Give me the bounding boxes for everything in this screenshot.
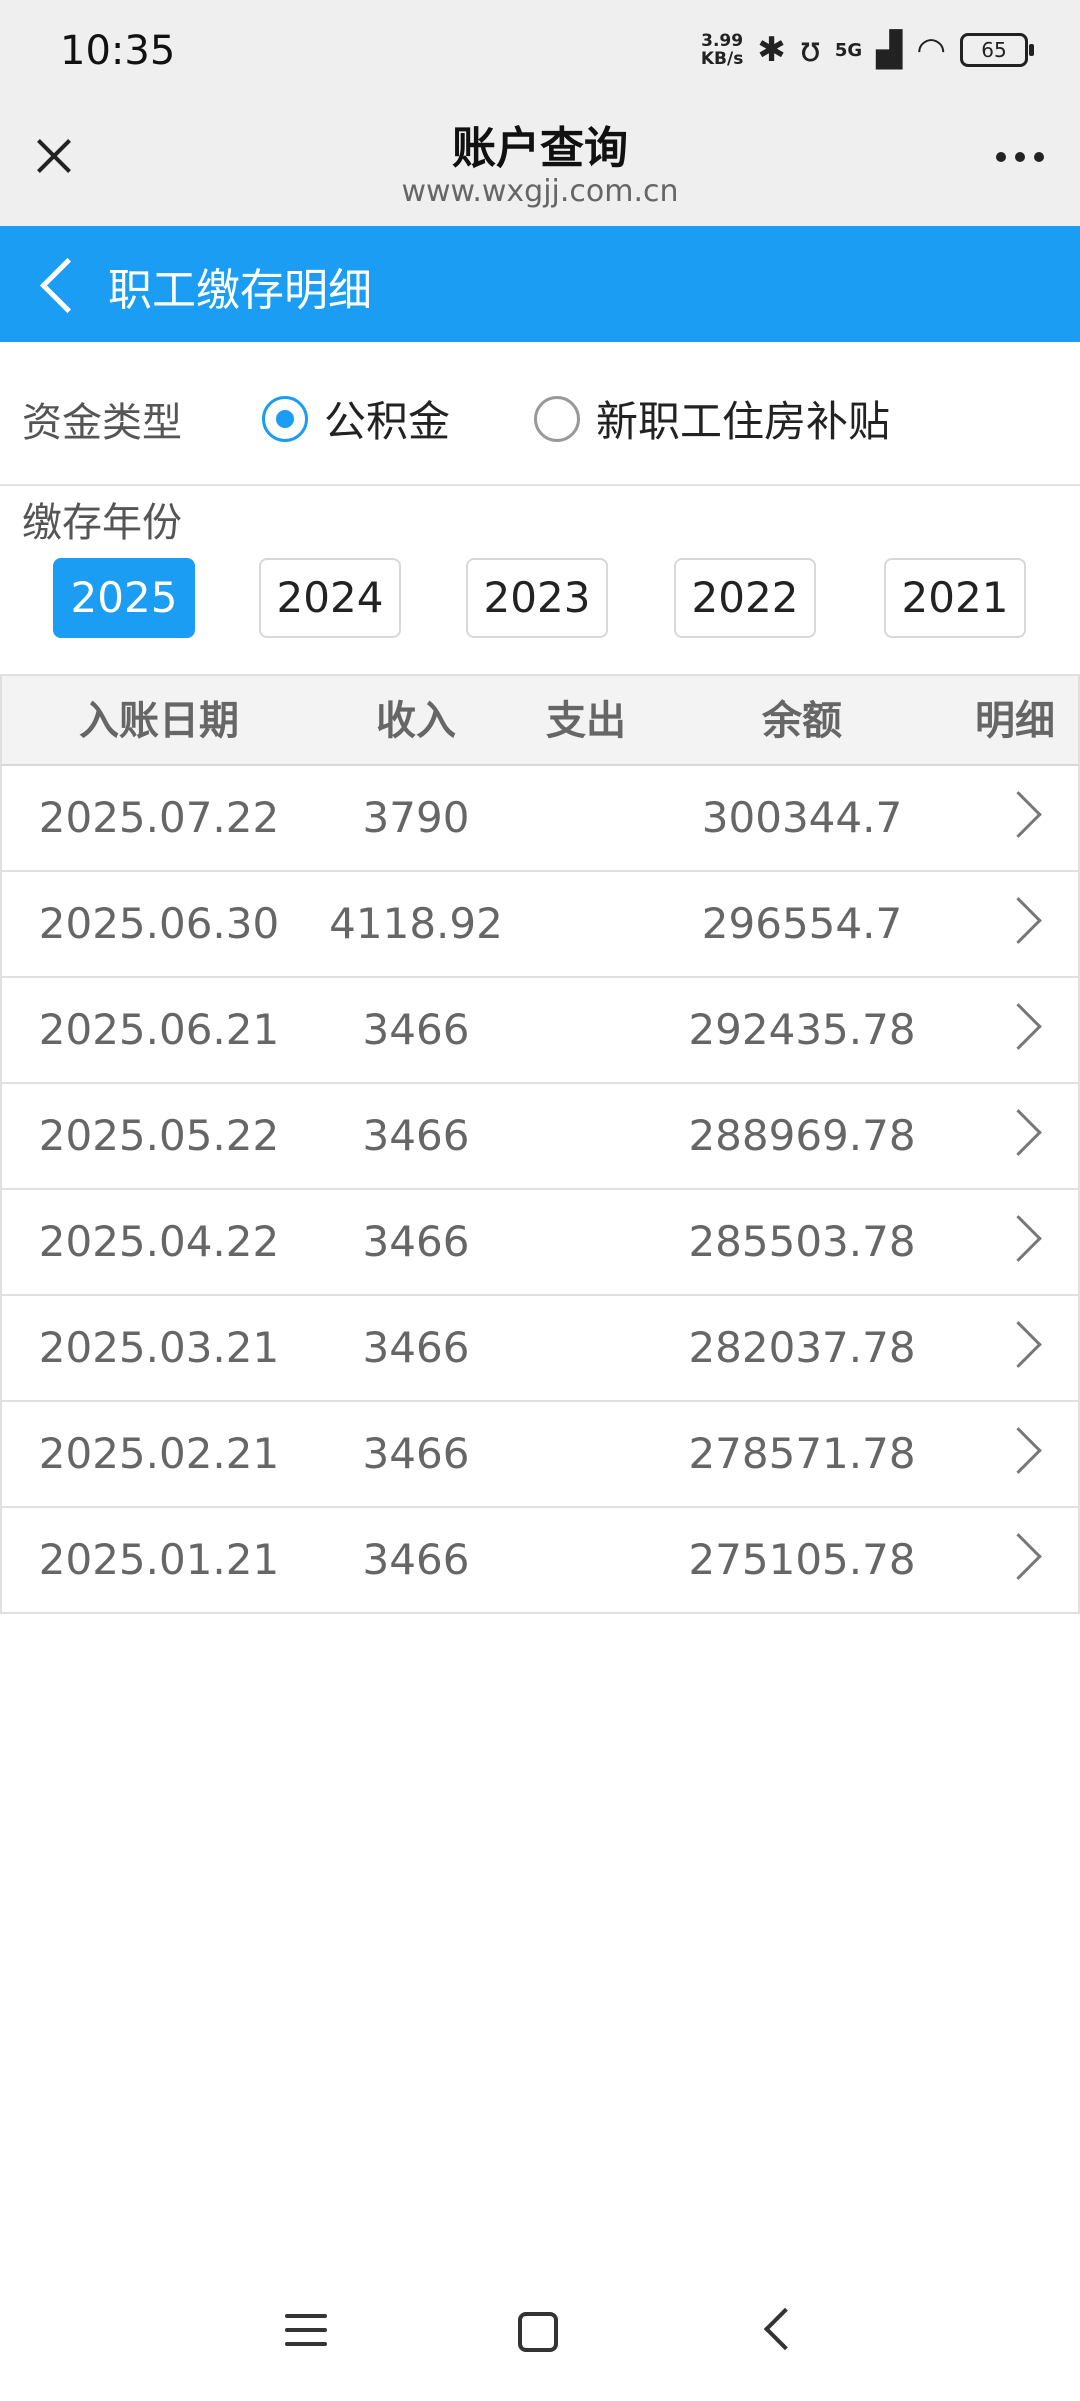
browser-title: 账户查询 <box>452 123 628 174</box>
net-speed-unit: KB/s <box>700 49 744 69</box>
year-button-2025[interactable]: 2025 <box>53 558 195 638</box>
browser-toolbar: 账户查询 www.wxgjj.com.cn <box>0 110 1080 226</box>
deposit-table: 入账日期 收入 支出 余额 明细 2025.07.22 3790 300344.… <box>0 674 1080 1614</box>
radio-checked-icon[interactable] <box>262 395 308 442</box>
header-balance: 余额 <box>762 698 842 744</box>
table-row[interactable]: 2025.07.22 3790 300344.7 <box>0 766 1080 872</box>
header-detail: 明细 <box>975 698 1055 744</box>
row-balance: 282037.78 <box>688 1323 916 1372</box>
row-balance: 292435.78 <box>688 1005 916 1054</box>
row-balance: 285503.78 <box>688 1217 916 1266</box>
header-date: 入账日期 <box>79 698 239 744</box>
table-row[interactable]: 2025.02.21 3466 278571.78 <box>0 1402 1080 1508</box>
year-selector: 2025 2024 2023 2022 2021 <box>0 558 1080 640</box>
earbuds-icon: ʊ <box>799 30 821 70</box>
browser-url: www.wxgjj.com.cn <box>401 174 679 209</box>
fund-type-label: 资金类型 <box>22 400 182 446</box>
year-button-2021[interactable]: 2021 <box>884 558 1026 638</box>
status-time: 10:35 <box>60 28 176 74</box>
row-date: 2025.05.22 <box>38 1111 280 1160</box>
chevron-right-icon[interactable] <box>995 1003 1042 1050</box>
chevron-right-icon[interactable] <box>995 1321 1042 1368</box>
row-balance: 288969.78 <box>688 1111 916 1160</box>
row-income: 3466 <box>362 1217 470 1266</box>
page-header: 职工缴存明细 <box>0 226 1080 342</box>
chevron-right-icon[interactable] <box>995 897 1042 944</box>
net-speed-value: 3.99 <box>701 31 744 51</box>
row-date: 2025.06.30 <box>38 899 280 948</box>
network-type: 5G <box>834 39 863 61</box>
row-income: 4118.92 <box>329 899 503 948</box>
radio-label: 新职工住房补贴 <box>596 397 891 446</box>
row-income: 3466 <box>362 1323 470 1372</box>
year-button-2024[interactable]: 2024 <box>259 558 401 638</box>
table-row[interactable]: 2025.06.21 3466 292435.78 <box>0 978 1080 1084</box>
header-income: 收入 <box>376 698 456 744</box>
status-icons: 3.99 KB/s ✱ ʊ 5G ▟ ◠ 65 <box>701 30 1034 70</box>
year-label: 缴存年份 <box>22 500 182 546</box>
radio-option-housing-subsidy[interactable]: 新职工住房补贴 <box>534 388 890 449</box>
row-balance: 275105.78 <box>688 1535 916 1584</box>
radio-option-provident-fund[interactable]: 公积金 <box>262 388 450 449</box>
table-header: 入账日期 收入 支出 余额 明细 <box>0 676 1080 766</box>
radio-unchecked-icon[interactable] <box>534 395 580 442</box>
net-speed: 3.99 KB/s <box>701 32 743 68</box>
header-expense: 支出 <box>546 698 626 744</box>
back-icon[interactable] <box>36 256 76 312</box>
row-income: 3466 <box>362 1429 470 1478</box>
row-income: 3466 <box>362 1535 470 1584</box>
table-row[interactable]: 2025.01.21 3466 275105.78 <box>0 1508 1080 1614</box>
year-button-2023[interactable]: 2023 <box>466 558 608 638</box>
row-date: 2025.03.21 <box>38 1323 280 1372</box>
battery-icon: 65 <box>960 33 1034 67</box>
year-button-2022[interactable]: 2022 <box>674 558 816 638</box>
row-income: 3790 <box>362 793 470 842</box>
chevron-right-icon[interactable] <box>995 1109 1042 1156</box>
bluetooth-icon: ✱ <box>757 30 786 70</box>
fund-type-section: 资金类型 公积金 新职工住房补贴 <box>0 342 1080 486</box>
chevron-right-icon[interactable] <box>995 1215 1042 1262</box>
table-row[interactable]: 2025.06.30 4118.92 296554.7 <box>0 872 1080 978</box>
table-row[interactable]: 2025.03.21 3466 282037.78 <box>0 1296 1080 1402</box>
row-date: 2025.07.22 <box>38 793 280 842</box>
wifi-icon: ◠ <box>916 30 946 70</box>
table-row[interactable]: 2025.05.22 3466 288969.78 <box>0 1084 1080 1190</box>
row-balance: 300344.7 <box>701 793 903 842</box>
radio-label: 公积金 <box>324 397 451 446</box>
row-date: 2025.06.21 <box>38 1005 280 1054</box>
row-date: 2025.02.21 <box>38 1429 280 1478</box>
status-bar: 10:35 3.99 KB/s ✱ ʊ 5G ▟ ◠ 65 <box>0 0 1080 110</box>
chevron-right-icon[interactable] <box>995 1427 1042 1474</box>
system-nav-bar <box>0 2290 1080 2380</box>
page-title: 职工缴存明细 <box>108 265 372 316</box>
row-balance: 296554.7 <box>701 899 903 948</box>
row-income: 3466 <box>362 1005 470 1054</box>
chevron-right-icon[interactable] <box>995 1533 1042 1580</box>
table-row[interactable]: 2025.04.22 3466 285503.78 <box>0 1190 1080 1296</box>
chevron-right-icon[interactable] <box>995 791 1042 838</box>
row-date: 2025.01.21 <box>38 1535 280 1584</box>
more-icon[interactable] <box>996 152 1044 162</box>
row-date: 2025.04.22 <box>38 1217 280 1266</box>
system-back-icon[interactable] <box>763 2307 807 2351</box>
home-icon[interactable] <box>518 2312 558 2352</box>
signal-icon: ▟ <box>876 30 903 70</box>
row-balance: 278571.78 <box>688 1429 916 1478</box>
row-income: 3466 <box>362 1111 470 1160</box>
battery-level: 65 <box>981 38 1007 62</box>
recent-apps-icon[interactable] <box>285 2314 327 2356</box>
